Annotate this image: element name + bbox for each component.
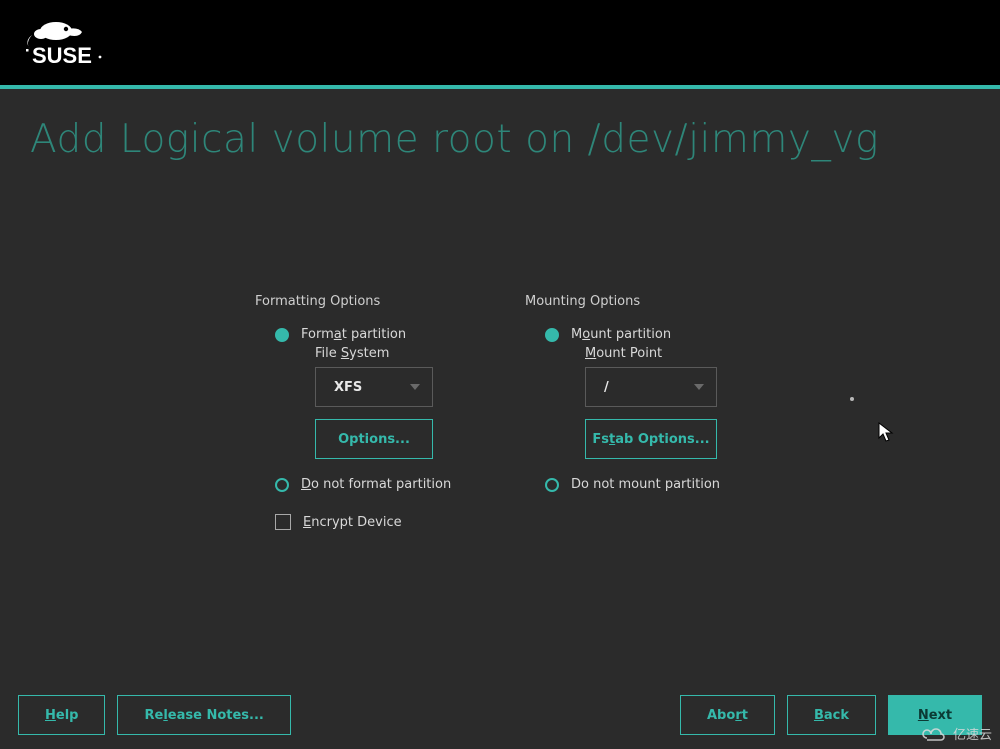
mount-point-value: /	[604, 380, 609, 395]
radio-indicator-icon	[545, 328, 559, 342]
next-button[interactable]: Next	[888, 695, 982, 735]
radio-format-partition-label: Format partition	[301, 327, 406, 342]
formatting-options-group: Formatting Options Format partition File…	[255, 294, 475, 530]
radio-indicator-icon	[275, 478, 289, 492]
mounting-options-group: Mounting Options Mount partition Mount P…	[525, 294, 745, 530]
format-options-button[interactable]: Options...	[315, 419, 433, 459]
suse-logo: SUSE	[18, 17, 118, 69]
mounting-options-label: Mounting Options	[525, 294, 745, 309]
chevron-down-icon	[694, 384, 704, 390]
options-panel: Formatting Options Format partition File…	[0, 294, 1000, 530]
radio-indicator-icon	[275, 328, 289, 342]
top-app-bar: SUSE	[0, 0, 1000, 85]
radio-mount-partition-label: Mount partition	[571, 327, 671, 342]
file-system-value: XFS	[334, 380, 362, 395]
radio-format-partition[interactable]: Format partition	[275, 327, 475, 342]
fstab-options-button[interactable]: Fstab Options...	[585, 419, 717, 459]
help-button[interactable]: Help	[18, 695, 105, 735]
radio-do-not-mount-label: Do not mount partition	[571, 477, 720, 492]
radio-do-not-format[interactable]: Do not format partition	[275, 477, 475, 492]
radio-do-not-format-label: Do not format partition	[301, 477, 451, 492]
file-system-label: File System	[315, 346, 475, 361]
checkbox-encrypt-device[interactable]: Encrypt Device	[275, 514, 475, 530]
wizard-footer: Help Release Notes... Abort Back Next	[0, 695, 1000, 735]
radio-indicator-icon	[545, 478, 559, 492]
encrypt-device-label: Encrypt Device	[303, 515, 402, 530]
checkbox-box-icon	[275, 514, 291, 530]
svg-text:SUSE: SUSE	[32, 43, 92, 68]
mount-point-select[interactable]: /	[585, 367, 717, 407]
page-title: Add Logical volume root on /dev/jimmy_vg	[0, 89, 1000, 172]
back-button[interactable]: Back	[787, 695, 876, 735]
mount-point-label: Mount Point	[585, 346, 745, 361]
radio-do-not-mount[interactable]: Do not mount partition	[545, 477, 745, 492]
release-notes-button[interactable]: Release Notes...	[117, 695, 290, 735]
abort-button[interactable]: Abort	[680, 695, 775, 735]
radio-mount-partition[interactable]: Mount partition	[545, 327, 745, 342]
decorative-dot	[850, 397, 854, 401]
chevron-down-icon	[410, 384, 420, 390]
formatting-options-label: Formatting Options	[255, 294, 475, 309]
file-system-select[interactable]: XFS	[315, 367, 433, 407]
